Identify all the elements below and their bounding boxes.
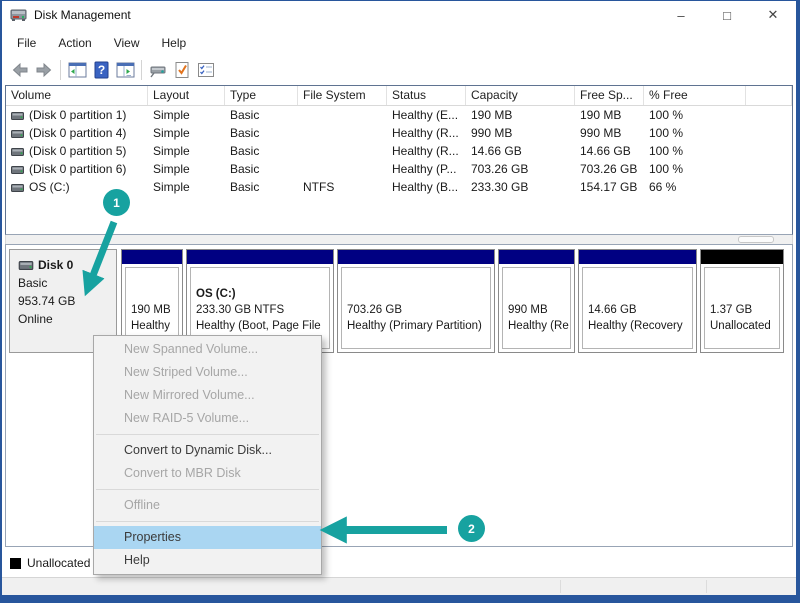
menubar: File Action View Help bbox=[2, 29, 796, 56]
partition-color-bar bbox=[701, 250, 783, 264]
menu-item-new-mirrored-volume: New Mirrored Volume... bbox=[94, 384, 321, 407]
disk0-state: Online bbox=[18, 310, 108, 328]
partition-primary[interactable]: 703.26 GBHealthy (Primary Partition) bbox=[337, 249, 495, 353]
disk-context-menu: New Spanned Volume... New Striped Volume… bbox=[93, 335, 322, 575]
partition-color-bar bbox=[187, 250, 333, 264]
panel-splitter[interactable] bbox=[5, 235, 793, 244]
volume-icon bbox=[11, 130, 24, 138]
volume-icon bbox=[11, 148, 24, 156]
menu-item-new-striped-volume: New Striped Volume... bbox=[94, 361, 321, 384]
menu-view[interactable]: View bbox=[103, 32, 151, 54]
svg-text:?: ? bbox=[97, 63, 104, 77]
volume-icon bbox=[11, 112, 24, 120]
menu-file[interactable]: File bbox=[6, 32, 47, 54]
column-header-layout[interactable]: Layout bbox=[148, 86, 225, 105]
partition-color-bar bbox=[579, 250, 696, 264]
menu-item-convert-to-dynamic-disk[interactable]: Convert to Dynamic Disk... bbox=[94, 439, 321, 462]
statusbar-divider bbox=[706, 580, 707, 593]
partition-unallocated[interactable]: 1.37 GBUnallocated bbox=[700, 249, 784, 353]
disk0-kind: Basic bbox=[18, 274, 108, 292]
menu-item-new-spanned-volume: New Spanned Volume... bbox=[94, 338, 321, 361]
titlebar: Disk Management – □ ✕ bbox=[2, 1, 796, 29]
menu-separator bbox=[96, 489, 319, 490]
partition-color-bar bbox=[499, 250, 574, 264]
menu-help[interactable]: Help bbox=[151, 32, 198, 54]
column-header-capacity[interactable]: Capacity bbox=[466, 86, 575, 105]
column-header-file-system[interactable]: File System bbox=[298, 86, 387, 105]
menu-separator bbox=[96, 521, 319, 522]
back-icon[interactable] bbox=[8, 59, 32, 81]
show-action-pane-icon[interactable] bbox=[113, 59, 137, 81]
forward-icon[interactable] bbox=[32, 59, 56, 81]
properties-list-icon[interactable] bbox=[194, 59, 218, 81]
scrollbar-thumb[interactable] bbox=[738, 236, 774, 243]
volume-row[interactable]: (Disk 0 partition 4) Simple Basic Health… bbox=[6, 124, 792, 142]
toolbar: ? bbox=[2, 56, 796, 84]
menu-item-convert-to-mbr-disk: Convert to MBR Disk bbox=[94, 462, 321, 485]
volume-row[interactable]: (Disk 0 partition 6) Simple Basic Health… bbox=[6, 160, 792, 178]
column-header-type[interactable]: Type bbox=[225, 86, 298, 105]
toolbar-separator bbox=[60, 60, 61, 80]
menu-item-new-raid5-volume: New RAID-5 Volume... bbox=[94, 407, 321, 430]
disk-management-window: Disk Management – □ ✕ File Action View H… bbox=[2, 1, 796, 595]
menu-separator bbox=[96, 434, 319, 435]
partition-recovery-1[interactable]: 990 MBHealthy (Re bbox=[498, 249, 575, 353]
partition-color-bar bbox=[122, 250, 182, 264]
volume-icon bbox=[11, 166, 24, 174]
menu-item-help[interactable]: Help bbox=[94, 549, 321, 572]
partition-recovery-2[interactable]: 14.66 GBHealthy (Recovery bbox=[578, 249, 697, 353]
check-document-icon[interactable] bbox=[170, 59, 194, 81]
volume-row[interactable]: (Disk 0 partition 5) Simple Basic Health… bbox=[6, 142, 792, 160]
disk-management-app-icon bbox=[10, 7, 28, 23]
close-button[interactable]: ✕ bbox=[750, 1, 796, 29]
column-header-free-space[interactable]: Free Sp... bbox=[575, 86, 644, 105]
volume-list-panel: Volume Layout Type File System Status Ca… bbox=[5, 85, 793, 235]
show-console-tree-icon[interactable] bbox=[65, 59, 89, 81]
volume-list-header: Volume Layout Type File System Status Ca… bbox=[6, 86, 792, 106]
column-header-volume[interactable]: Volume bbox=[6, 86, 148, 105]
window-title: Disk Management bbox=[34, 8, 131, 22]
partition-color-bar bbox=[338, 250, 494, 264]
volume-icon bbox=[11, 184, 24, 192]
maximize-button[interactable]: □ bbox=[704, 1, 750, 29]
unallocated-swatch bbox=[10, 558, 21, 569]
disk-status-icon[interactable] bbox=[146, 59, 170, 81]
volume-row[interactable]: (Disk 0 partition 1) Simple Basic Health… bbox=[6, 106, 792, 124]
column-header-status[interactable]: Status bbox=[387, 86, 466, 105]
disk0-size: 953.74 GB bbox=[18, 292, 108, 310]
volume-row[interactable]: OS (C:) Simple Basic NTFS Healthy (B... … bbox=[6, 178, 792, 196]
column-header-blank bbox=[746, 86, 792, 105]
column-header-pct-free[interactable]: % Free bbox=[644, 86, 746, 105]
menu-item-offline: Offline bbox=[94, 494, 321, 517]
toolbar-separator bbox=[141, 60, 142, 80]
help-icon[interactable]: ? bbox=[89, 59, 113, 81]
unallocated-legend-label: Unallocated bbox=[27, 556, 90, 570]
disk-icon bbox=[18, 261, 34, 270]
statusbar bbox=[2, 577, 796, 595]
window-frame: Disk Management – □ ✕ File Action View H… bbox=[0, 0, 800, 603]
statusbar-divider bbox=[560, 580, 561, 593]
menu-action[interactable]: Action bbox=[47, 32, 102, 54]
minimize-button[interactable]: – bbox=[658, 1, 704, 29]
menu-item-properties[interactable]: Properties bbox=[94, 526, 321, 549]
